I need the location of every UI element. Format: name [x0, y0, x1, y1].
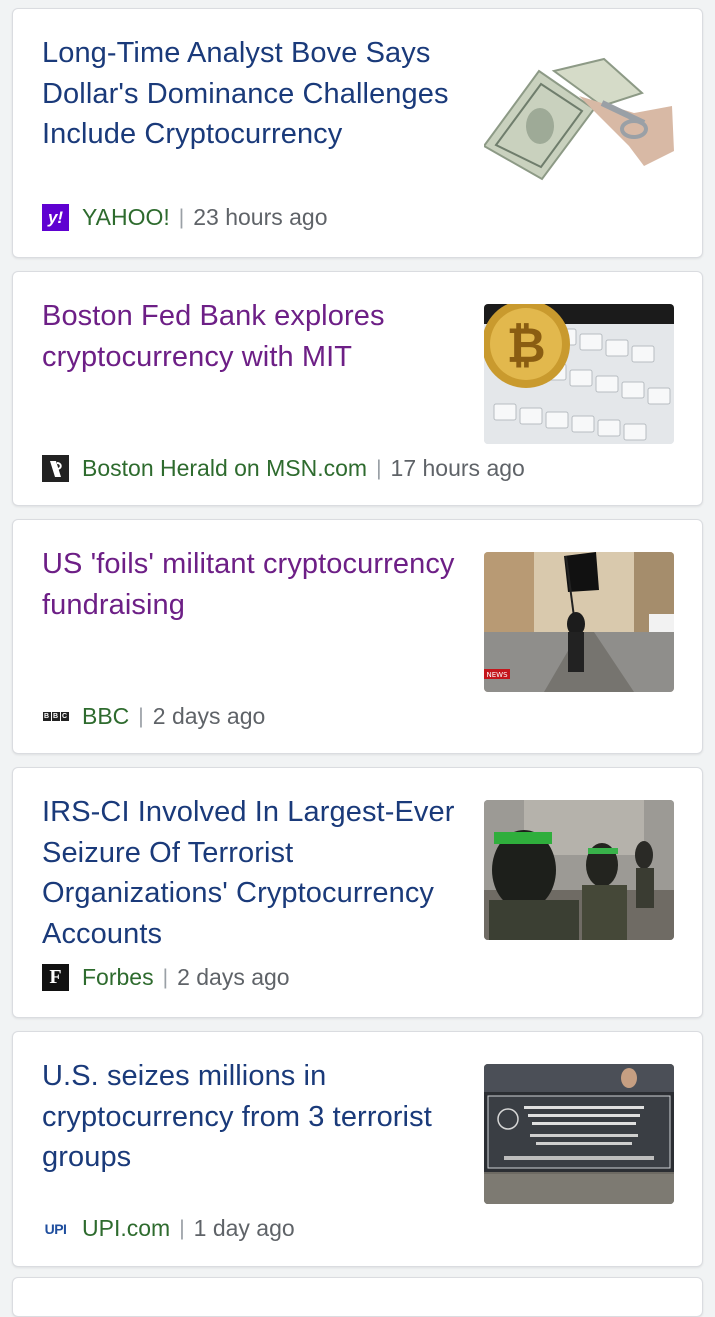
timestamp: 17 hours ago: [390, 455, 525, 481]
bbc-logo-icon: B B C: [42, 712, 69, 721]
timestamp: 2 days ago: [177, 964, 290, 990]
timestamp: 2 days ago: [152, 703, 266, 729]
news-card[interactable]: US 'foils' militant cryptocurrency fundr…: [12, 519, 703, 754]
separator: |: [376, 456, 382, 480]
article-source: B B C BBC | 2 days ago: [42, 703, 265, 730]
bitcoin-keyboard-image[interactable]: ₿: [484, 304, 674, 444]
masked-fighters-image[interactable]: [484, 800, 674, 940]
separator: |: [179, 1216, 185, 1240]
article-title[interactable]: U.S. seizes millions in cryptocurrency f…: [42, 1056, 462, 1178]
news-card[interactable]: [12, 1277, 703, 1317]
news-card[interactable]: IRS-CI Involved In Largest-Ever Seizure …: [12, 767, 703, 1018]
article-source: Boston Herald on MSN.com | 17 hours ago: [42, 455, 525, 482]
street-flag-image[interactable]: NEWS: [484, 552, 674, 692]
separator: |: [178, 205, 185, 229]
news-card[interactable]: U.S. seizes millions in cryptocurrency f…: [12, 1031, 703, 1267]
article-title[interactable]: US 'foils' militant cryptocurrency fundr…: [42, 544, 462, 625]
news-feed: Long-Time Analyst Bove Says Dollar's Dom…: [0, 0, 715, 1317]
article-source: y! YAHOO! | 23 hours ago: [42, 204, 328, 231]
timestamp: 1 day ago: [193, 1215, 295, 1241]
article-source: F Forbes | 2 days ago: [42, 964, 290, 991]
timestamp: 23 hours ago: [193, 204, 328, 230]
news-card[interactable]: Long-Time Analyst Bove Says Dollar's Dom…: [12, 8, 703, 258]
boston-herald-logo-icon: [42, 455, 69, 482]
dollar-bill-scissors-image[interactable]: [484, 51, 674, 191]
article-source: UPI UPI.com | 1 day ago: [42, 1215, 295, 1242]
separator: |: [138, 704, 144, 728]
article-title[interactable]: Boston Fed Bank explores cryptocurrency …: [42, 296, 462, 377]
source-name: BBC: [82, 703, 130, 729]
article-title[interactable]: IRS-CI Involved In Largest-Ever Seizure …: [42, 792, 462, 954]
news-card[interactable]: Boston Fed Bank explores cryptocurrency …: [12, 271, 703, 506]
source-name: UPI.com: [82, 1215, 171, 1241]
separator: |: [162, 965, 169, 989]
news-badge: NEWS: [486, 671, 508, 679]
source-name: Forbes: [82, 964, 154, 990]
forbes-logo-icon: F: [42, 964, 69, 991]
source-name: YAHOO!: [82, 204, 170, 230]
upi-logo-icon: UPI: [44, 1220, 67, 1237]
svg-text:₿: ₿: [506, 318, 545, 374]
article-title[interactable]: Long-Time Analyst Bove Says Dollar's Dom…: [42, 33, 462, 155]
yahoo-logo-icon: y!: [42, 204, 69, 231]
banner-protest-image[interactable]: [484, 1064, 674, 1204]
source-name: Boston Herald on MSN.com: [82, 455, 368, 481]
